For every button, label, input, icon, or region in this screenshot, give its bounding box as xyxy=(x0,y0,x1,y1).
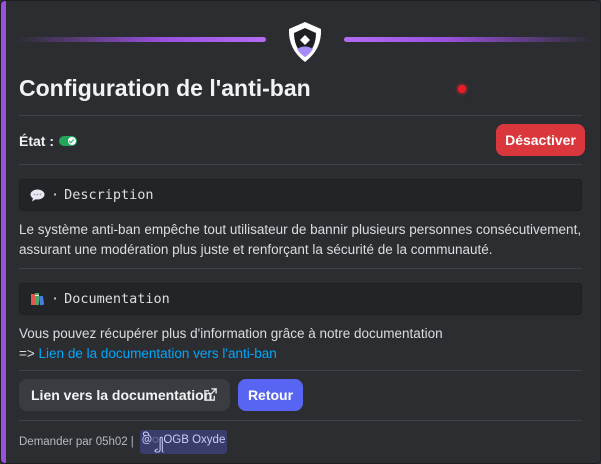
state-toggle-icon xyxy=(59,136,77,146)
documentation-arrow: => xyxy=(19,346,35,361)
heading-separator: · xyxy=(51,291,60,307)
documentation-heading: · Documentation xyxy=(19,283,582,315)
external-link-icon xyxy=(204,388,217,401)
toggle-knob xyxy=(68,137,76,145)
description-heading: · Description xyxy=(19,179,582,211)
embed-title: Configuration de l'anti-ban xyxy=(19,75,311,101)
state-label: État : xyxy=(19,133,54,149)
banner-line-right xyxy=(344,37,594,42)
divider xyxy=(19,164,582,165)
footer-separator: | xyxy=(130,436,134,448)
documentation-link-button-label: Lien vers la documentation xyxy=(31,387,213,403)
embed-banner xyxy=(6,1,600,73)
banner-line-left xyxy=(16,37,266,42)
speech-bubble-icon xyxy=(30,189,45,201)
divider xyxy=(19,268,582,269)
status-dot xyxy=(458,85,466,93)
user-mention[interactable]: @ꦼ꧀OGB Oxyde xyxy=(139,430,228,454)
back-button[interactable]: Retour xyxy=(238,379,303,411)
documentation-link-button[interactable]: Lien vers la documentation xyxy=(19,379,230,411)
description-heading-label: Description xyxy=(64,187,154,203)
description-text: Le système anti-ban empêche tout utilisa… xyxy=(19,222,582,257)
divider xyxy=(19,370,582,371)
documentation-text: Vous pouvez récupérer plus d'information… xyxy=(19,324,582,364)
shield-icon xyxy=(288,22,322,62)
divider xyxy=(19,115,582,116)
anti-ban-embed: Configuration de l'anti-ban État : Désac… xyxy=(0,0,601,464)
deactivate-button[interactable]: Désactiver xyxy=(496,124,585,156)
divider xyxy=(19,420,582,421)
books-icon xyxy=(31,293,45,306)
embed-footer: Demander par 05h02 | @ꦼ꧀OGB Oxyde xyxy=(19,430,228,454)
footer-text: Demander par 05h02 xyxy=(19,436,128,448)
documentation-body: Vous pouvez récupérer plus d'information… xyxy=(19,326,443,341)
state-row: État : xyxy=(19,133,77,149)
documentation-link[interactable]: Lien de la documentation vers l'anti-ban xyxy=(39,346,277,361)
documentation-heading-label: Documentation xyxy=(64,291,170,307)
heading-separator: · xyxy=(51,187,60,203)
